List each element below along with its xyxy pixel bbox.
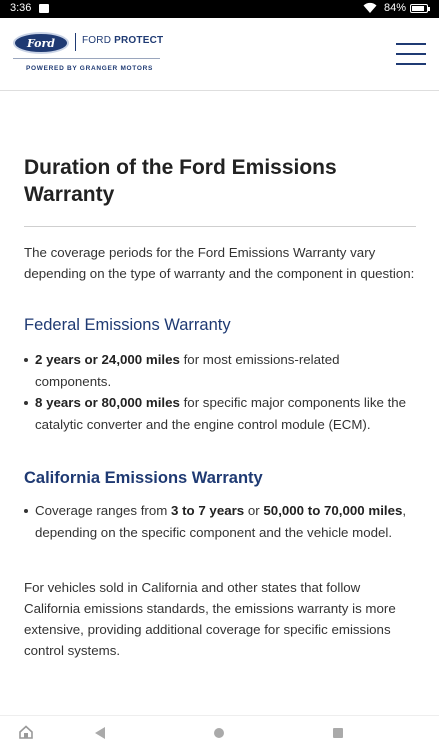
federal-heading: Federal Emissions Warranty: [24, 316, 231, 334]
closing-paragraph: For vehicles sold in California and othe…: [24, 580, 396, 658]
system-nav-bar: [0, 715, 439, 750]
home-icon[interactable]: [19, 725, 33, 739]
article-title: Duration of the Ford Emissions Warranty: [24, 156, 337, 206]
status-bar: 3:36 84%: [0, 0, 439, 18]
site-header: Ford FORD PROTECT POWERED BY GRANGER MOT…: [0, 18, 439, 91]
powered-by: POWERED BY GRANGER MOTORS: [26, 65, 154, 72]
recents-icon[interactable]: [333, 728, 343, 738]
intro-paragraph: The coverage periods for the Ford Emissi…: [24, 245, 415, 281]
battery-percent: 84%: [384, 2, 407, 14]
california-heading: California Emissions Warranty: [24, 469, 263, 487]
brand-divider: [75, 33, 76, 51]
brand-suffix: PROTECT: [114, 35, 164, 46]
hamburger-menu-icon[interactable]: [396, 42, 426, 66]
home-circle-icon[interactable]: [214, 728, 224, 738]
notification-icon: [39, 4, 49, 13]
list-item: 8 years or 80,000 miles for specific maj…: [24, 392, 416, 435]
list-item: Coverage ranges from 3 to 7 years or 50,…: [24, 500, 416, 543]
list-item: 2 years or 24,000 miles for most emissio…: [24, 349, 416, 392]
status-time: 3:36: [10, 2, 32, 14]
ford-logo-text: Ford: [26, 37, 56, 50]
back-icon[interactable]: [95, 727, 105, 739]
brand-name[interactable]: FORD PROTECT: [82, 35, 163, 46]
federal-list: 2 years or 24,000 miles for most emissio…: [24, 349, 416, 435]
wifi-icon: [363, 2, 377, 14]
battery-icon: [410, 4, 430, 13]
logo-underline: [13, 58, 160, 59]
title-divider: [24, 226, 416, 227]
ford-logo[interactable]: Ford: [13, 32, 69, 54]
california-list: Coverage ranges from 3 to 7 years or 50,…: [24, 500, 416, 543]
brand-prefix: FORD: [82, 35, 112, 46]
